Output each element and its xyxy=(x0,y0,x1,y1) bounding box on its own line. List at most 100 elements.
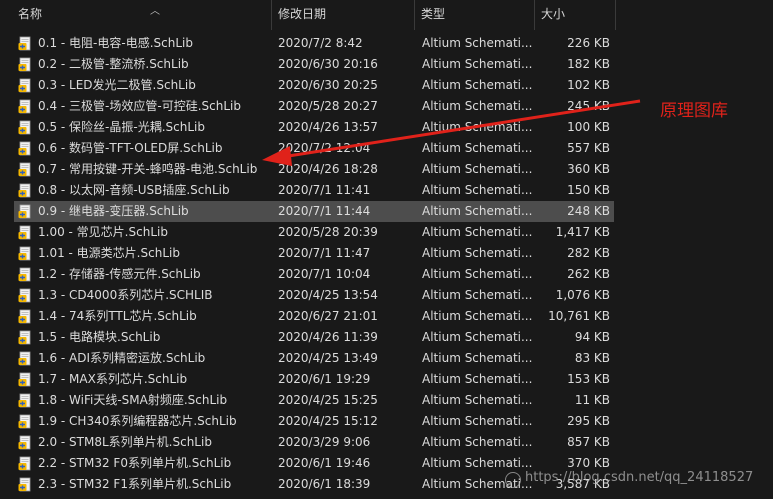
file-size: 226 KB xyxy=(567,36,610,50)
file-modified-date: 2020/4/25 13:49 xyxy=(278,351,378,365)
file-type: Altium Schemati... xyxy=(422,309,532,323)
file-type: Altium Schemati... xyxy=(422,330,532,344)
file-modified-date: 2020/7/1 11:44 xyxy=(278,204,371,218)
file-modified-date: 2020/4/26 18:28 xyxy=(278,162,378,176)
schlib-file-icon xyxy=(18,36,33,51)
schlib-file-icon xyxy=(18,288,33,303)
file-name: 1.4 - 74系列TTL芯片.SchLib xyxy=(38,309,197,323)
file-row[interactable]: 1.6 - ADI系列精密运放.SchLib 2020/4/25 13:49 Alt… xyxy=(14,348,614,369)
file-row[interactable]: 1.8 - WiFi天线-SMA射频座.SchLib 2020/4/25 15:2… xyxy=(14,390,614,411)
schlib-file-icon xyxy=(18,225,33,240)
file-size: 262 KB xyxy=(567,267,610,281)
file-row[interactable]: 0.8 - 以太网-音频-USB插座.SchLib 2020/7/1 11:41 A… xyxy=(14,180,614,201)
file-row[interactable]: 0.9 - 继电器-变压器.SchLib 2020/7/1 11:44 Altium… xyxy=(14,201,614,222)
file-name: 2.0 - STM8L系列单片机.SchLib xyxy=(38,435,212,449)
file-row[interactable]: 0.6 - 数码管-TFT-OLED屏.SchLib 2020/7/2 12:04… xyxy=(14,138,614,159)
schlib-file-icon xyxy=(18,99,33,114)
file-row[interactable]: 1.3 - CD4000系列芯片.SCHLIB 2020/4/25 13:54 Al… xyxy=(14,285,614,306)
file-name: 0.7 - 常用按键-开关-蜂鸣器-电池.SchLib xyxy=(38,162,258,176)
file-row[interactable]: 1.00 - 常见芯片.SchLib 2020/5/28 20:39 Altium … xyxy=(14,222,614,243)
file-size: 94 KB xyxy=(574,330,610,344)
file-type: Altium Schemati... xyxy=(422,162,532,176)
file-modified-date: 2020/7/1 11:47 xyxy=(278,246,371,260)
file-name: 1.5 - 电路模块.SchLib xyxy=(38,330,161,344)
file-modified-date: 2020/4/25 15:25 xyxy=(278,393,378,407)
file-name: 1.9 - CH340系列编程器芯片.SchLib xyxy=(38,414,237,428)
file-type: Altium Schemati... xyxy=(422,141,532,155)
file-row[interactable]: 0.7 - 常用按键-开关-蜂鸣器-电池.SchLib 2020/4/26 18:… xyxy=(14,159,614,180)
schlib-file-icon xyxy=(18,309,33,324)
file-row[interactable]: 1.5 - 电路模块.SchLib 2020/4/26 11:39 Altium S… xyxy=(14,327,614,348)
file-row[interactable]: 1.01 - 电源类芯片.SchLib 2020/7/1 11:47 Altium … xyxy=(14,243,614,264)
file-name: 0.6 - 数码管-TFT-OLED屏.SchLib xyxy=(38,141,223,155)
file-name: 1.8 - WiFi天线-SMA射频座.SchLib xyxy=(38,393,228,407)
file-name: 0.9 - 继电器-变压器.SchLib xyxy=(38,204,189,218)
file-name: 2.2 - STM32 F0系列单片机.SchLib xyxy=(38,456,232,470)
file-name: 0.3 - LED发光二极管.SchLib xyxy=(38,78,196,92)
file-name: 1.2 - 存储器-传感元件.SchLib xyxy=(38,267,201,281)
file-modified-date: 2020/6/1 18:39 xyxy=(278,477,371,491)
file-type: Altium Schemati... xyxy=(422,183,532,197)
file-name: 0.1 - 电阻-电容-电感.SchLib xyxy=(38,36,193,50)
schlib-file-icon xyxy=(18,267,33,282)
file-type: Altium Schemati... xyxy=(422,36,532,50)
file-size: 182 KB xyxy=(567,57,610,71)
file-size: 1,417 KB xyxy=(555,225,610,239)
file-modified-date: 2020/3/29 9:06 xyxy=(278,435,371,449)
schlib-file-icon xyxy=(18,435,33,450)
schlib-file-icon xyxy=(18,246,33,261)
schlib-file-icon xyxy=(18,120,33,135)
file-row[interactable]: 1.4 - 74系列TTL芯片.SchLib 2020/6/27 21:01 Alt… xyxy=(14,306,614,327)
column-type-label: 类型 xyxy=(421,7,446,21)
file-row[interactable]: 1.2 - 存储器-传感元件.SchLib 2020/7/1 10:04 Altiu… xyxy=(14,264,614,285)
file-type: Altium Schemati... xyxy=(422,246,532,260)
file-size: 245 KB xyxy=(567,99,610,113)
file-row[interactable]: 1.9 - CH340系列编程器芯片.SchLib 2020/4/25 15:12… xyxy=(14,411,614,432)
file-modified-date: 2020/7/2 12:04 xyxy=(278,141,371,155)
file-type: Altium Schemati... xyxy=(422,99,532,113)
file-type: Altium Schemati... xyxy=(422,435,532,449)
file-size: 10,761 KB xyxy=(548,309,610,323)
file-type: Altium Schemati... xyxy=(422,288,532,302)
file-size: 102 KB xyxy=(567,78,610,92)
column-header-size[interactable]: 大小 xyxy=(535,0,616,30)
vertical-scrollbar[interactable] xyxy=(758,30,773,499)
file-row[interactable]: 2.3 - STM32 F1系列单片机.SchLib 2020/6/1 18:39… xyxy=(14,474,614,495)
column-header-bar: 名称 ︿ 修改日期 类型 大小 xyxy=(0,0,773,30)
file-type: Altium Schemati... xyxy=(422,393,532,407)
file-size: 83 KB xyxy=(574,351,610,365)
file-row[interactable]: 0.3 - LED发光二极管.SchLib 2020/6/30 20:25 Alti… xyxy=(14,75,614,96)
schlib-file-icon xyxy=(18,477,33,492)
schlib-file-icon xyxy=(18,330,33,345)
column-header-type[interactable]: 类型 xyxy=(415,0,535,30)
file-row[interactable]: 2.0 - STM8L系列单片机.SchLib 2020/3/29 9:06 Alt… xyxy=(14,432,614,453)
file-size: 282 KB xyxy=(567,246,610,260)
file-size: 11 KB xyxy=(574,393,610,407)
column-header-name[interactable]: 名称 ︿ xyxy=(12,0,272,30)
schlib-file-icon xyxy=(18,141,33,156)
file-row[interactable]: 0.1 - 电阻-电容-电感.SchLib 2020/7/2 8:42 Altium… xyxy=(14,33,614,54)
file-size: 100 KB xyxy=(567,120,610,134)
file-row[interactable]: 0.4 - 三极管-场效应管-可控硅.SchLib 2020/5/28 20:27… xyxy=(14,96,614,117)
file-size: 857 KB xyxy=(567,435,610,449)
file-type: Altium Schemati... xyxy=(422,57,532,71)
file-modified-date: 2020/7/1 11:41 xyxy=(278,183,371,197)
file-name: 0.4 - 三极管-场效应管-可控硅.SchLib xyxy=(38,99,241,113)
file-modified-date: 2020/6/30 20:16 xyxy=(278,57,378,71)
schlib-file-icon xyxy=(18,372,33,387)
file-row[interactable]: 2.2 - STM32 F0系列单片机.SchLib 2020/6/1 19:46… xyxy=(14,453,614,474)
file-row[interactable]: 0.2 - 二极管-整流桥.SchLib 2020/6/30 20:16 Altiu… xyxy=(14,54,614,75)
sort-ascending-icon: ︿ xyxy=(150,6,160,17)
schlib-file-icon xyxy=(18,204,33,219)
column-name-label: 名称 xyxy=(18,7,43,21)
file-name: 0.2 - 二极管-整流桥.SchLib xyxy=(38,57,189,71)
file-name: 1.3 - CD4000系列芯片.SCHLIB xyxy=(38,288,213,302)
file-row[interactable]: 1.7 - MAX系列芯片.SchLib 2020/6/1 19:29 Altium… xyxy=(14,369,614,390)
column-header-date[interactable]: 修改日期 xyxy=(272,0,415,30)
file-size: 248 KB xyxy=(567,204,610,218)
schlib-file-icon xyxy=(18,78,33,93)
file-name: 1.00 - 常见芯片.SchLib xyxy=(38,225,168,239)
file-modified-date: 2020/5/28 20:39 xyxy=(278,225,378,239)
annotation-label: 原理图库 xyxy=(660,101,728,121)
file-row[interactable]: 0.5 - 保险丝-晶振-光耦.SchLib 2020/4/26 13:57 Alt… xyxy=(14,117,614,138)
